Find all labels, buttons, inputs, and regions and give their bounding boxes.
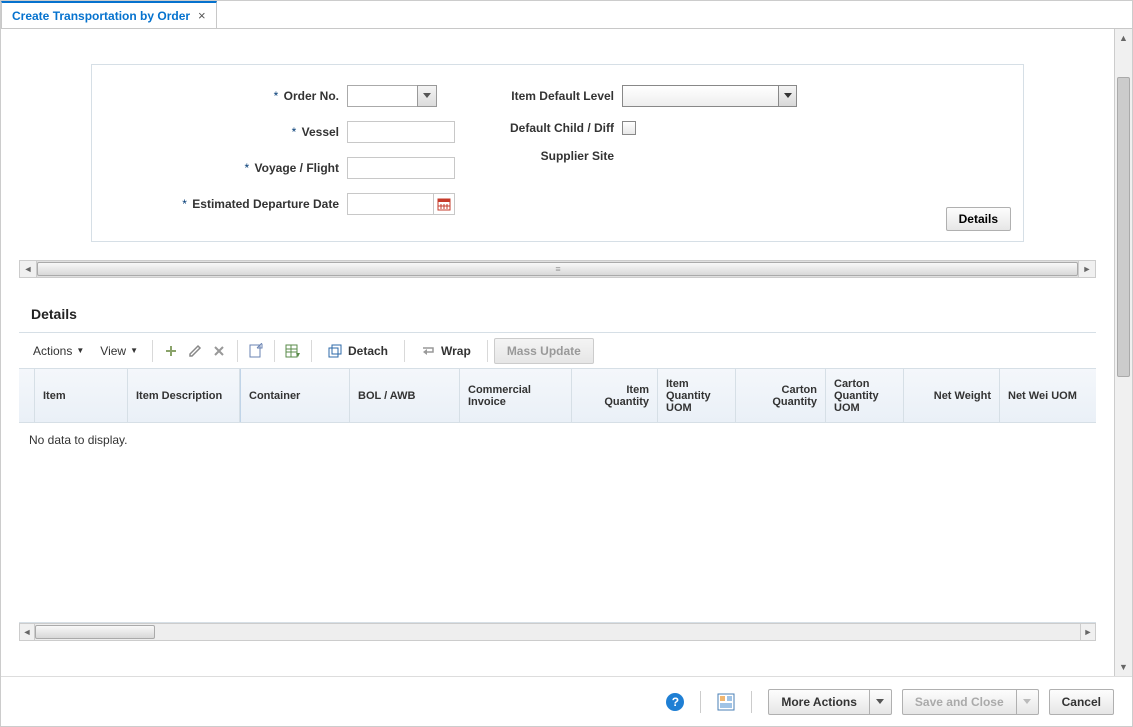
edit-icon[interactable] — [183, 339, 207, 363]
scroll-right-icon[interactable]: ► — [1079, 264, 1095, 274]
default-child-diff-label: Default Child / Diff — [462, 121, 622, 135]
chevron-down-icon[interactable] — [417, 85, 437, 107]
tab-bar: Create Transportation by Order × — [1, 1, 1132, 29]
col-item-description[interactable]: Item Description — [128, 369, 240, 422]
footer-bar: ? More Actions Save and Close Cancel — [1, 676, 1132, 726]
scroll-track[interactable]: ≡ — [36, 261, 1079, 277]
col-commercial-invoice[interactable]: Commercial Invoice — [460, 369, 572, 422]
more-actions-dropdown[interactable] — [870, 689, 892, 715]
save-and-close-button: Save and Close — [902, 689, 1017, 715]
wrap-button[interactable]: Wrap — [411, 338, 481, 364]
scroll-right-icon[interactable]: ► — [1080, 623, 1096, 641]
details-button[interactable]: Details — [946, 207, 1011, 231]
close-icon[interactable]: × — [198, 8, 206, 23]
mass-update-button: Mass Update — [494, 338, 594, 364]
col-carton-quantity[interactable]: Carton Quantity — [736, 369, 826, 422]
order-no-combobox[interactable] — [347, 85, 437, 107]
details-table: Actions▼ View▼ Detach — [19, 332, 1096, 641]
tab-label: Create Transportation by Order — [12, 9, 190, 23]
table-toolbar: Actions▼ View▼ Detach — [19, 333, 1096, 369]
horizontal-scrollbar-grid[interactable]: ◄ ► — [19, 623, 1096, 641]
export-excel-icon[interactable] — [281, 339, 305, 363]
col-item-quantity-uom[interactable]: Item Quantity UOM — [658, 369, 736, 422]
vessel-input[interactable] — [347, 121, 455, 143]
col-net-weight-uom[interactable]: Net Wei UOM — [1000, 369, 1096, 422]
detach-icon — [328, 344, 342, 358]
calendar-icon[interactable] — [433, 193, 455, 215]
more-actions-splitbutton[interactable]: More Actions — [768, 689, 892, 715]
voyage-flight-input[interactable] — [347, 157, 455, 179]
grid-header: Item Item Description Container BOL / AW… — [19, 369, 1096, 423]
col-net-weight[interactable]: Net Weight — [904, 369, 1000, 422]
horizontal-scrollbar-top[interactable]: ◄ ≡ ► — [19, 260, 1096, 278]
col-carton-quantity-uom[interactable]: Carton Quantity UOM — [826, 369, 904, 422]
scroll-left-icon[interactable]: ◄ — [19, 623, 35, 641]
vessel-label: * Vessel — [117, 125, 347, 139]
view-menu[interactable]: View▼ — [92, 338, 146, 364]
scroll-track[interactable] — [35, 623, 1080, 641]
item-default-level-label: Item Default Level — [462, 89, 622, 103]
add-icon[interactable] — [159, 339, 183, 363]
row-selector-header — [19, 369, 35, 422]
col-item[interactable]: Item — [35, 369, 128, 422]
voyage-flight-label: * Voyage / Flight — [117, 161, 347, 175]
export-icon[interactable] — [244, 339, 268, 363]
scroll-track[interactable] — [1115, 47, 1132, 658]
more-actions-button[interactable]: More Actions — [768, 689, 870, 715]
grid-body: No data to display. — [19, 423, 1096, 623]
order-no-label: * Order No. — [117, 89, 347, 103]
chevron-down-icon[interactable] — [778, 86, 796, 106]
col-container[interactable]: Container — [240, 369, 350, 422]
detach-button[interactable]: Detach — [318, 338, 398, 364]
layout-template-icon[interactable] — [717, 693, 735, 711]
cancel-button[interactable]: Cancel — [1049, 689, 1114, 715]
save-and-close-splitbutton: Save and Close — [902, 689, 1039, 715]
item-default-level-select[interactable] — [622, 85, 797, 107]
estimated-departure-date-input[interactable] — [347, 193, 433, 215]
supplier-site-label: Supplier Site — [462, 149, 622, 163]
empty-message: No data to display. — [29, 433, 128, 447]
actions-menu[interactable]: Actions▼ — [25, 338, 92, 364]
wrap-icon — [421, 344, 435, 358]
col-item-quantity[interactable]: Item Quantity — [572, 369, 658, 422]
default-child-diff-checkbox[interactable] — [622, 121, 636, 135]
scroll-up-icon[interactable]: ▲ — [1115, 29, 1132, 47]
col-bol-awb[interactable]: BOL / AWB — [350, 369, 460, 422]
delete-icon[interactable] — [207, 339, 231, 363]
vertical-scrollbar[interactable]: ▲ ▼ — [1114, 29, 1132, 676]
save-and-close-dropdown — [1017, 689, 1039, 715]
tab-create-transportation[interactable]: Create Transportation by Order × — [1, 1, 217, 28]
estimated-departure-date-label: * Estimated Departure Date — [117, 197, 347, 211]
scroll-left-icon[interactable]: ◄ — [20, 264, 36, 274]
order-no-input[interactable] — [347, 85, 417, 107]
section-title-details: Details — [31, 306, 1114, 322]
scroll-down-icon[interactable]: ▼ — [1115, 658, 1132, 676]
header-form-panel: * Order No. * Vessel — [91, 64, 1024, 242]
estimated-departure-date-picker[interactable] — [347, 193, 455, 215]
help-icon[interactable]: ? — [666, 693, 684, 711]
